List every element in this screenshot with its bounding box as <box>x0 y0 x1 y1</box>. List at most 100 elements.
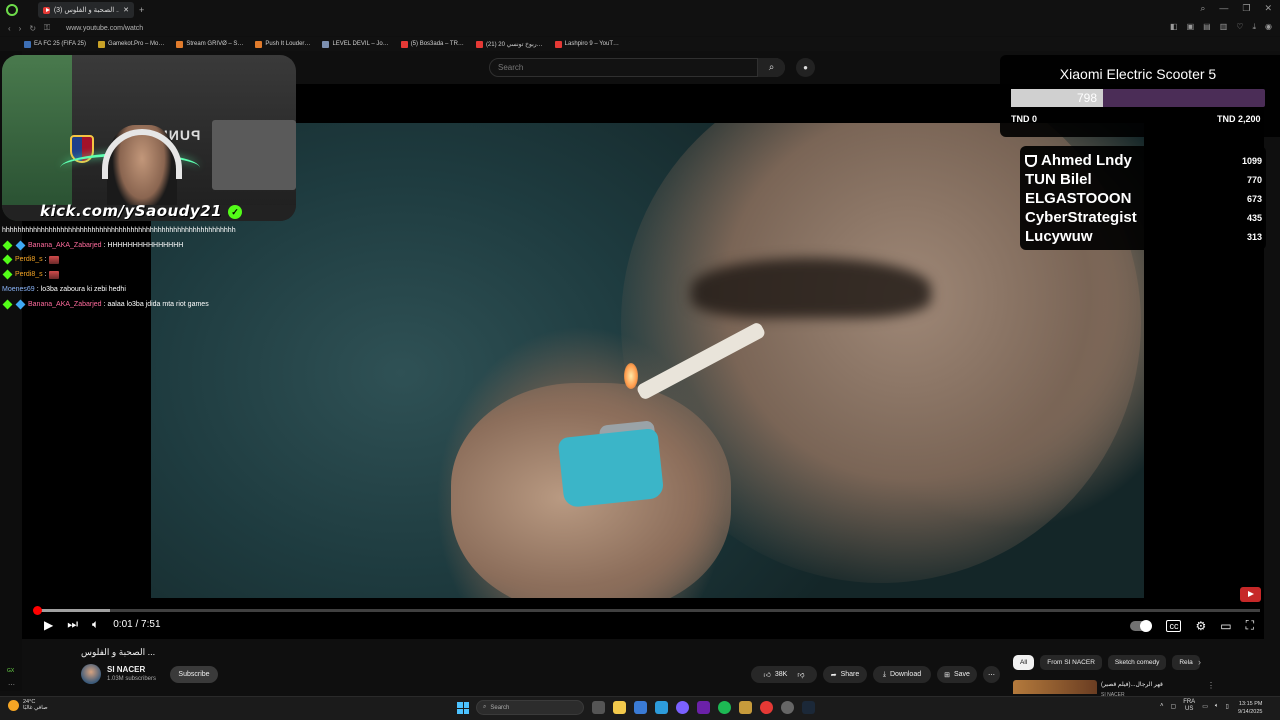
chat-badge-icon <box>15 240 26 251</box>
minimize-window-icon[interactable]: — <box>1219 3 1228 14</box>
bookmark-item[interactable]: (21) ربوخ تونسي 20… <box>475 40 543 48</box>
bookmark-item[interactable]: Gamekot.Pro – Mo… <box>98 40 165 48</box>
site-info-icon[interactable]: ⚿ <box>44 23 50 33</box>
language-top[interactable]: FRA <box>1183 699 1195 706</box>
fullscreen-icon[interactable]: ⛶ <box>1246 618 1254 633</box>
progress-scrubber-handle[interactable] <box>33 606 42 615</box>
language-bottom[interactable]: US <box>1185 706 1193 713</box>
leaderboard-score: 313 <box>1246 231 1262 242</box>
file-explorer-icon[interactable] <box>613 701 626 714</box>
sidebar-more-icon[interactable]: ⋯ <box>8 681 15 689</box>
chat-separator: : <box>103 300 106 308</box>
channel-name[interactable]: SI NACER <box>107 665 145 674</box>
voice-search-button[interactable]: ● <box>796 58 815 77</box>
notes-icon[interactable] <box>739 701 752 714</box>
forward-arrow-icon[interactable]: › <box>19 24 22 33</box>
more-actions-button[interactable]: ⋯ <box>983 666 1000 683</box>
progress-bar[interactable] <box>36 609 1260 612</box>
youtube-search-input[interactable]: Search <box>489 58 785 77</box>
volume-icon[interactable]: 🔈︎ <box>92 617 99 632</box>
snapshot-icon[interactable]: ▣ <box>1187 22 1195 32</box>
youtube-watermark-icon[interactable] <box>1240 587 1261 602</box>
url-field[interactable]: www.youtube.com/watch <box>66 25 143 32</box>
obs-icon[interactable] <box>781 701 794 714</box>
wallet-icon[interactable]: ▤ <box>1203 22 1211 32</box>
discord-icon[interactable] <box>676 701 689 714</box>
recommendation-menu-icon[interactable]: ⋮ <box>1207 681 1215 690</box>
chat-text: hhhhhhhhhhhhhhhhhhhhhhhhhhhhhhhhhhhhhhhh… <box>2 226 236 234</box>
bookmark-label: Gamekot.Pro – Mo… <box>108 41 165 47</box>
taskbar-search-icon: ⌕ <box>483 704 487 710</box>
gx-corner-icon[interactable]: GX <box>7 668 14 674</box>
autoplay-toggle[interactable] <box>1130 619 1153 632</box>
download-button[interactable]: ⤓ Download <box>873 666 931 683</box>
maximize-window-icon[interactable]: ❐ <box>1242 3 1250 14</box>
network-icon[interactable]: ▭ <box>1202 703 1208 710</box>
kick-channel-caption: kick.com/ySaoudy21 <box>40 202 223 220</box>
heart-icon[interactable]: ♡ <box>1236 22 1243 32</box>
recommendation-title[interactable]: قهر الرجال...(فيلم قصير) <box>1101 681 1163 688</box>
reload-icon[interactable]: ↻ <box>29 24 36 33</box>
chat-message: Perdi8_s : <box>2 267 302 282</box>
opera-gx-logo-icon[interactable] <box>6 4 18 16</box>
theater-mode-icon[interactable]: ▭ <box>1220 619 1231 633</box>
download-icon[interactable]: ⤓ <box>1252 22 1256 32</box>
like-button[interactable]: 👍︎ 38K <box>764 670 788 679</box>
steam-icon[interactable] <box>802 701 815 714</box>
task-view-icon[interactable] <box>592 701 605 714</box>
chips-next-icon[interactable]: › <box>1198 657 1201 667</box>
windows-start-button[interactable] <box>457 702 469 714</box>
tab-close-icon[interactable]: ✕ <box>123 6 129 14</box>
new-tab-icon[interactable]: + <box>139 5 144 15</box>
channel-avatar[interactable] <box>81 664 101 684</box>
start-tile <box>457 702 463 708</box>
tray-app-icon[interactable]: ▢ <box>1171 703 1177 710</box>
chat-username[interactable]: Moenes69 <box>2 286 35 293</box>
recommendation-thumbnail[interactable] <box>1013 680 1097 694</box>
chat-username[interactable]: Perdi8_s <box>15 271 43 278</box>
share-button[interactable]: ➦ Share <box>823 666 867 683</box>
save-button[interactable]: ⊞ Save <box>937 666 977 683</box>
mail-icon[interactable] <box>655 701 668 714</box>
chat-message: hhhhhhhhhhhhhhhhhhhhhhhhhhhhhhhhhhhhhhhh… <box>2 223 302 238</box>
easy-files-icon[interactable]: ▥ <box>1220 22 1228 32</box>
chip-item[interactable]: Rela <box>1172 655 1200 670</box>
taskbar-clock[interactable]: 13:15 PM 9/14/2025 <box>1238 700 1262 716</box>
close-window-icon[interactable]: ✕ <box>1264 3 1272 14</box>
chip-all[interactable]: All <box>1013 655 1035 670</box>
chat-message: Banana_AKA_Zabarjed : HHHHHHHHHHHHHHH <box>2 238 302 253</box>
store-icon[interactable] <box>634 701 647 714</box>
battery-icon[interactable]: ▯ <box>1225 703 1228 710</box>
account-icon[interactable]: ◉ <box>1265 22 1272 32</box>
spotify-icon[interactable] <box>718 701 731 714</box>
chat-username[interactable]: Banana_AKA_Zabarjed <box>28 301 102 308</box>
bookmark-item[interactable]: LEVEL DEVIL – Jo… <box>322 40 389 48</box>
bookmark-item[interactable]: Stream GRIVØ – S… <box>176 40 243 48</box>
video-frame[interactable] <box>151 123 1144 598</box>
next-video-icon[interactable]: ⏭ <box>67 617 78 632</box>
weather-widget[interactable]: 24°C صافي غالبًا <box>8 699 48 711</box>
chip-item[interactable]: From SI NACER <box>1040 655 1102 670</box>
chat-username[interactable]: Banana_AKA_Zabarjed <box>28 242 102 249</box>
bookmark-item[interactable]: EA FC 25 (FIFA 25) <box>24 40 86 48</box>
bookmark-item[interactable]: Lashpiro 9 – YouT… <box>554 40 619 48</box>
browser-tab-youtube[interactable]: (3) الصحبة و الفلوس ... - You ✕ <box>38 2 134 18</box>
youtube-search-button[interactable]: ⌕ <box>757 58 785 77</box>
opera-gx-icon[interactable] <box>760 701 773 714</box>
tray-overflow-icon[interactable]: ˄ <box>1160 703 1164 709</box>
dislike-button[interactable]: 👎︎ <box>797 670 804 679</box>
chip-item[interactable]: Sketch comedy <box>1107 655 1167 670</box>
settings-gear-icon[interactable]: ⚙ <box>1195 619 1206 633</box>
back-arrow-icon[interactable]: ‹ <box>8 24 11 33</box>
chat-username[interactable]: Perdi8_s <box>15 256 43 263</box>
extensions-icon[interactable]: ◧ <box>1170 22 1178 32</box>
captions-icon[interactable]: cc <box>1166 619 1182 632</box>
search-tabs-icon[interactable]: ⌕ <box>1200 3 1205 14</box>
subscribe-button[interactable]: Subscribe <box>170 666 218 683</box>
speaker-icon[interactable]: 🔈︎ <box>1215 703 1219 710</box>
taskbar-search-input[interactable]: ⌕ Search <box>476 700 584 715</box>
kick-app-icon[interactable] <box>697 701 710 714</box>
bookmark-item[interactable]: (5) Bos3ada – TR… <box>400 40 464 48</box>
play-icon[interactable]: ▶ <box>44 618 53 632</box>
bookmark-item[interactable]: Push It Louder… <box>255 40 310 48</box>
